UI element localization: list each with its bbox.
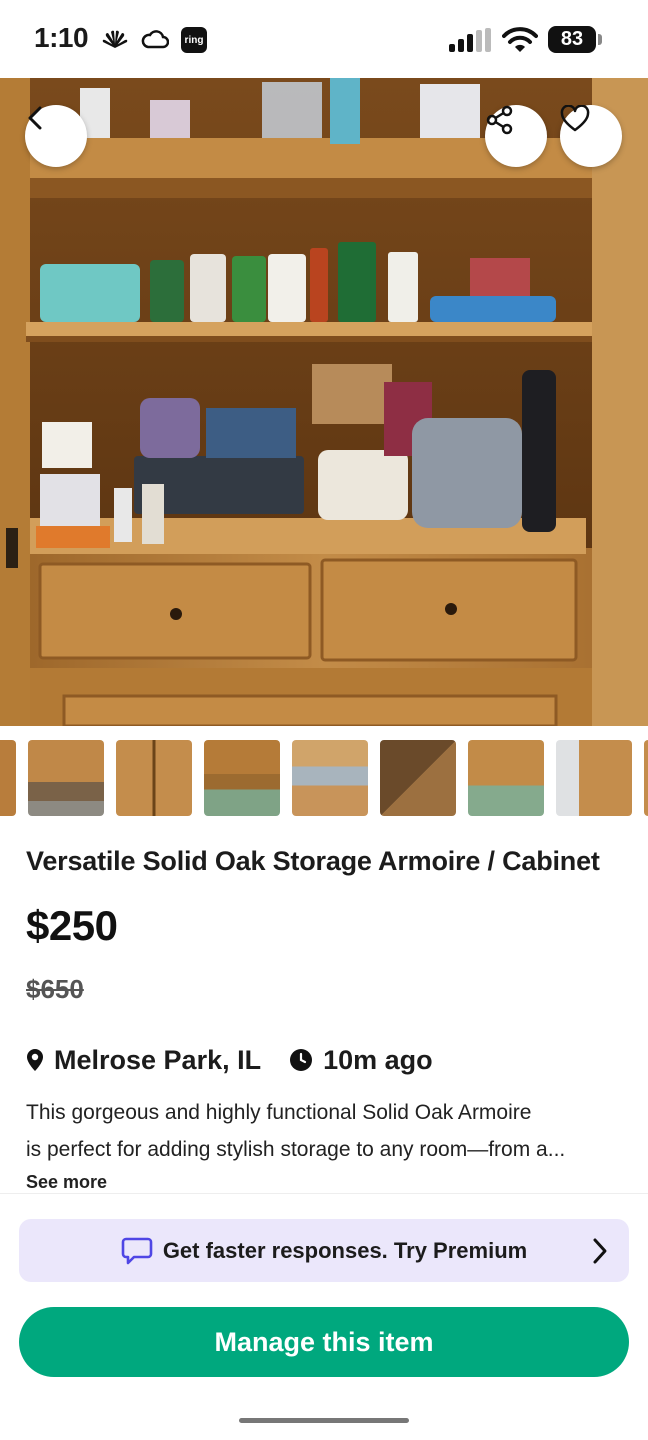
battery-cap <box>598 34 602 45</box>
description-line: is perfect for adding stylish storage to… <box>26 1138 566 1161</box>
battery-icon: 83 <box>548 26 596 53</box>
back-button[interactable] <box>25 105 87 167</box>
listing-title: Versatile Solid Oak Storage Armoire / Ca… <box>26 846 600 876</box>
see-more-link[interactable]: See more <box>26 1172 107 1193</box>
location-pin-icon <box>27 1049 43 1071</box>
thumbnail[interactable] <box>468 740 544 816</box>
cloud-icon <box>141 30 169 49</box>
original-price: $650 <box>26 974 84 1004</box>
thumbnail-strip[interactable] <box>0 740 648 816</box>
thumbnail[interactable] <box>204 740 280 816</box>
home-indicator[interactable] <box>239 1418 409 1423</box>
location-text: Melrose Park, IL <box>54 1044 262 1075</box>
heart-icon <box>560 105 590 132</box>
back-chevron-icon <box>28 106 42 130</box>
listing-meta: Melrose Park, IL 10m ago <box>26 1042 433 1078</box>
posted-time: 10m ago <box>289 1045 433 1076</box>
chevron-right-icon <box>593 1238 607 1264</box>
listing-description: This gorgeous and highly functional Soli… <box>26 1094 626 1168</box>
status-time: 1:10 <box>34 22 89 53</box>
share-icon <box>486 105 513 135</box>
description-line: This gorgeous and highly functional Soli… <box>26 1101 532 1124</box>
premium-banner-text: Get faster responses. Try Premium <box>162 1237 528 1263</box>
wifi-icon <box>502 27 538 52</box>
location[interactable]: Melrose Park, IL <box>26 1045 261 1076</box>
status-bar: 1:10 ring 83 <box>0 0 648 78</box>
share-button[interactable] <box>485 105 547 167</box>
clock-icon <box>290 1049 313 1071</box>
nbc-peacock-icon <box>102 30 128 48</box>
thumbnail[interactable] <box>380 740 456 816</box>
listing-price: $250 <box>26 902 118 949</box>
manage-item-button[interactable]: Manage this item <box>19 1307 629 1377</box>
thumbnail[interactable] <box>556 740 632 816</box>
listing-hero-image[interactable] <box>0 78 648 726</box>
divider <box>0 1193 648 1194</box>
cellular-signal-icon <box>449 28 491 52</box>
posted-time-text: 10m ago <box>323 1044 433 1075</box>
thumbnail[interactable] <box>644 740 648 816</box>
premium-banner[interactable]: Get faster responses. Try Premium <box>19 1219 629 1282</box>
armoire-photo <box>0 78 648 726</box>
ring-app-icon: ring <box>181 27 207 53</box>
thumbnail[interactable] <box>28 740 104 816</box>
thumbnail[interactable] <box>292 740 368 816</box>
favorite-button[interactable] <box>560 105 622 167</box>
chat-bubble-icon <box>121 1237 153 1264</box>
thumbnail[interactable] <box>116 740 192 816</box>
thumbnail[interactable] <box>0 740 16 816</box>
